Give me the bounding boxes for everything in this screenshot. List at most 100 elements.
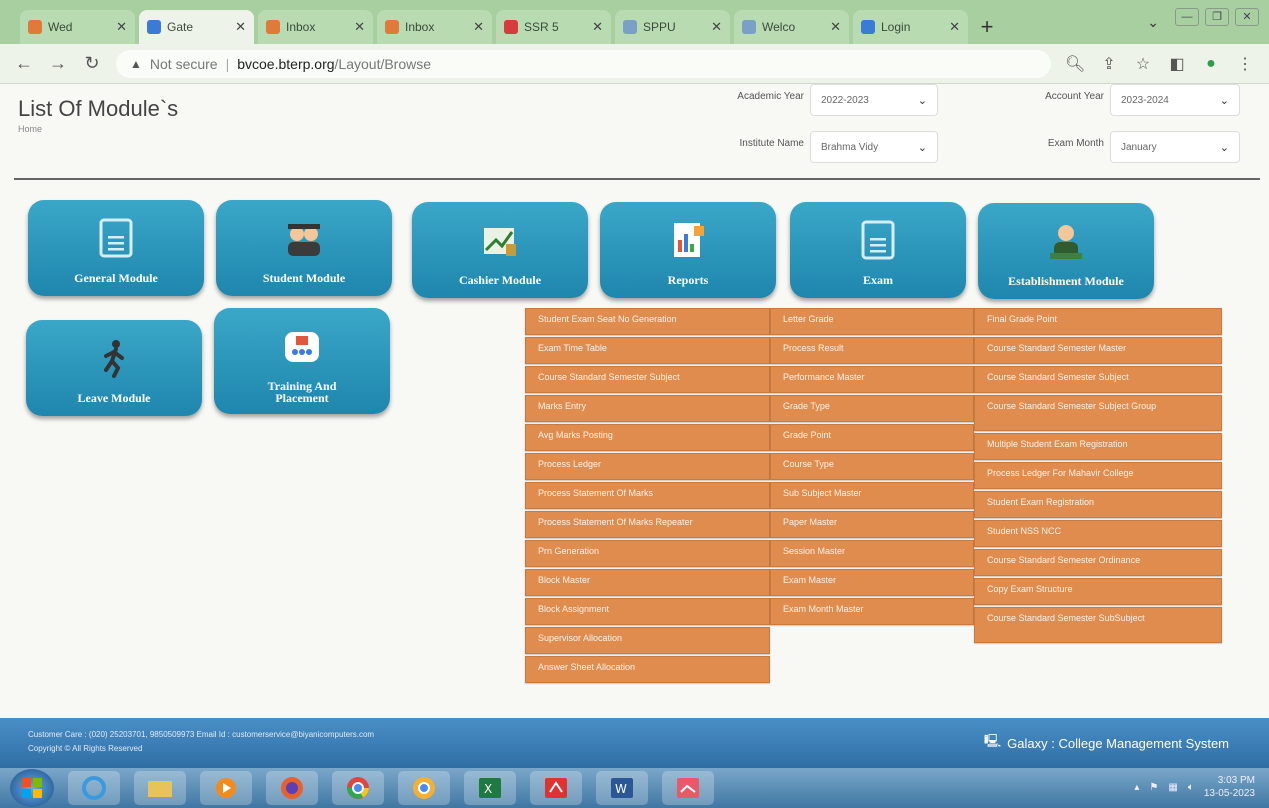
restore-button[interactable]: ❐ xyxy=(1205,8,1229,26)
internet-explorer-icon[interactable] xyxy=(68,771,120,805)
exam-menu-item[interactable]: Process Ledger For Mahavir College xyxy=(974,462,1222,489)
exam-menu-item[interactable]: Answer Sheet Allocation xyxy=(525,656,770,683)
exam-menu-item[interactable]: Course Standard Semester Subject xyxy=(525,366,770,393)
chrome-icon[interactable] xyxy=(332,771,384,805)
volume-icon[interactable]: 🔈︎ xyxy=(1188,782,1194,793)
exam-menu-item[interactable]: Block Master xyxy=(525,569,770,596)
tab-close-icon[interactable]: ✕ xyxy=(116,19,127,35)
exam-menu-item[interactable]: Copy Exam Structure xyxy=(974,578,1222,605)
exam-menu-item[interactable]: Multiple Student Exam Registration xyxy=(974,433,1222,460)
exam-menu-item[interactable]: Process Statement Of Marks Repeater xyxy=(525,511,770,538)
close-window-button[interactable]: ✕ xyxy=(1235,8,1259,26)
exam-menu-item[interactable]: Exam Month Master xyxy=(770,598,974,625)
tab-close-icon[interactable]: ✕ xyxy=(473,19,484,35)
profile-icon[interactable]: ● xyxy=(1201,55,1221,73)
exam-menu-item[interactable]: Process Statement Of Marks xyxy=(525,482,770,509)
browser-menu-icon[interactable]: ⋮ xyxy=(1235,54,1255,74)
exam-month-select[interactable]: January ⌄ xyxy=(1110,131,1240,163)
module-label: Reports xyxy=(667,273,709,287)
exam-menu-item[interactable]: Course Standard Semester Subject Group xyxy=(974,395,1222,431)
exam-menu-item[interactable]: Block Assignment xyxy=(525,598,770,625)
address-bar[interactable]: ▲ Not secure | bvcoe.bterp.org/Layout/Br… xyxy=(116,49,1051,78)
tray-arrow-icon[interactable]: ▴ xyxy=(1134,782,1139,793)
tab-close-icon[interactable]: ✕ xyxy=(830,19,841,35)
tab-close-icon[interactable]: ✕ xyxy=(711,19,722,35)
breadcrumb[interactable]: Home xyxy=(18,124,42,134)
pdf-reader-icon[interactable] xyxy=(530,771,582,805)
flag-icon[interactable]: ⚑ xyxy=(1149,782,1158,793)
module-tile[interactable]: Reports xyxy=(600,202,776,298)
module-tile[interactable]: Exam xyxy=(790,202,966,298)
browser-tab[interactable]: Welco ✕ xyxy=(734,10,849,44)
back-icon[interactable]: ← xyxy=(14,53,34,74)
side-panel-icon[interactable]: ◧ xyxy=(1167,54,1187,74)
exam-menu-item[interactable]: Student NSS NCC xyxy=(974,520,1222,547)
academic-year-select[interactable]: 2022-2023 ⌄ xyxy=(810,84,938,116)
word-icon[interactable]: W xyxy=(596,771,648,805)
browser-tab[interactable]: Gate ✕ xyxy=(139,10,254,44)
module-tile[interactable]: General Module xyxy=(28,200,204,296)
browser-tab[interactable]: SPPU ✕ xyxy=(615,10,730,44)
exam-menu-item[interactable]: Supervisor Allocation xyxy=(525,627,770,654)
network-icon[interactable]: ▦ xyxy=(1168,782,1177,793)
account-year-select[interactable]: 2023-2024 ⌄ xyxy=(1110,84,1240,116)
exam-menu-item[interactable]: Course Standard Semester Ordinance xyxy=(974,549,1222,576)
media-player-icon[interactable] xyxy=(200,771,252,805)
zoom-icon[interactable]: 🔍︎ xyxy=(1065,54,1085,74)
exam-menu-item[interactable]: Marks Entry xyxy=(525,395,770,422)
module-tile[interactable]: Leave Module xyxy=(26,320,202,416)
exam-menu-item[interactable]: Course Type xyxy=(770,453,974,480)
chrome-canary-icon[interactable] xyxy=(398,771,450,805)
exam-menu-item[interactable]: Course Standard Semester Master xyxy=(974,337,1222,364)
tab-close-icon[interactable]: ✕ xyxy=(354,19,365,35)
module-label: Cashier Module xyxy=(458,273,542,287)
exam-menu-item[interactable]: Performance Master xyxy=(770,366,974,393)
browser-tab[interactable]: SSR 5 ✕ xyxy=(496,10,611,44)
excel-icon[interactable]: X xyxy=(464,771,516,805)
exam-menu-item[interactable]: Avg Marks Posting xyxy=(525,424,770,451)
module-tile[interactable]: Establishment Module xyxy=(978,203,1154,299)
exam-menu-item[interactable]: Course Standard Semester Subject xyxy=(974,366,1222,393)
share-icon[interactable]: ⇪ xyxy=(1099,54,1119,74)
tab-search-icon[interactable]: ⌄ xyxy=(1147,14,1159,31)
exam-menu-item[interactable]: Prn Generation xyxy=(525,540,770,567)
clock[interactable]: 3:03 PM 13-05-2023 xyxy=(1204,774,1255,800)
tab-close-icon[interactable]: ✕ xyxy=(949,19,960,35)
exam-menu-item[interactable]: Course Standard Semester SubSubject xyxy=(974,607,1222,643)
browser-tab[interactable]: Wed ✕ xyxy=(20,10,135,44)
new-tab-button[interactable]: + xyxy=(972,10,1002,44)
exam-menu-item[interactable]: Session Master xyxy=(770,540,974,567)
tab-close-icon[interactable]: ✕ xyxy=(592,19,603,35)
minimize-button[interactable]: — xyxy=(1175,8,1199,26)
bookmark-star-icon[interactable]: ☆ xyxy=(1133,54,1153,74)
browser-tab[interactable]: Inbox ✕ xyxy=(258,10,373,44)
module-tile[interactable]: Student Module xyxy=(216,200,392,296)
document-icon xyxy=(858,219,898,261)
exam-menu-item[interactable]: Process Result xyxy=(770,337,974,364)
exam-menu-item[interactable]: Exam Time Table xyxy=(525,337,770,364)
browser-tab[interactable]: Inbox ✕ xyxy=(377,10,492,44)
institute-name-value: Brahma Vidy xyxy=(821,141,879,153)
exam-menu-item[interactable]: Student Exam Registration xyxy=(974,491,1222,518)
exam-menu-item[interactable]: Process Ledger xyxy=(525,453,770,480)
exam-menu-item[interactable]: Grade Type xyxy=(770,395,974,422)
tab-close-icon[interactable]: ✕ xyxy=(235,19,246,35)
exam-menu-item[interactable]: Letter Grade xyxy=(770,308,974,335)
firefox-icon[interactable] xyxy=(266,771,318,805)
exam-menu-item[interactable]: Sub Subject Master xyxy=(770,482,974,509)
browser-tab[interactable]: Login ✕ xyxy=(853,10,968,44)
reload-icon[interactable]: ↻ xyxy=(82,53,102,74)
window-controls: — ❐ ✕ xyxy=(1175,8,1259,26)
institute-name-select[interactable]: Brahma Vidy ⌄ xyxy=(810,131,938,163)
start-button[interactable] xyxy=(10,769,54,807)
exam-menu-item[interactable]: Paper Master xyxy=(770,511,974,538)
snipping-tool-icon[interactable] xyxy=(662,771,714,805)
module-tile[interactable]: Cashier Module xyxy=(412,202,588,298)
exam-menu-item[interactable]: Final Grade Point xyxy=(974,308,1222,335)
exam-menu-item[interactable]: Exam Master xyxy=(770,569,974,596)
module-tile[interactable]: Training And Placement xyxy=(214,308,390,414)
exam-menu-item[interactable]: Grade Point xyxy=(770,424,974,451)
file-explorer-icon[interactable] xyxy=(134,771,186,805)
exam-menu-item[interactable]: Student Exam Seat No Generation xyxy=(525,308,770,335)
forward-icon[interactable]: → xyxy=(48,53,68,74)
